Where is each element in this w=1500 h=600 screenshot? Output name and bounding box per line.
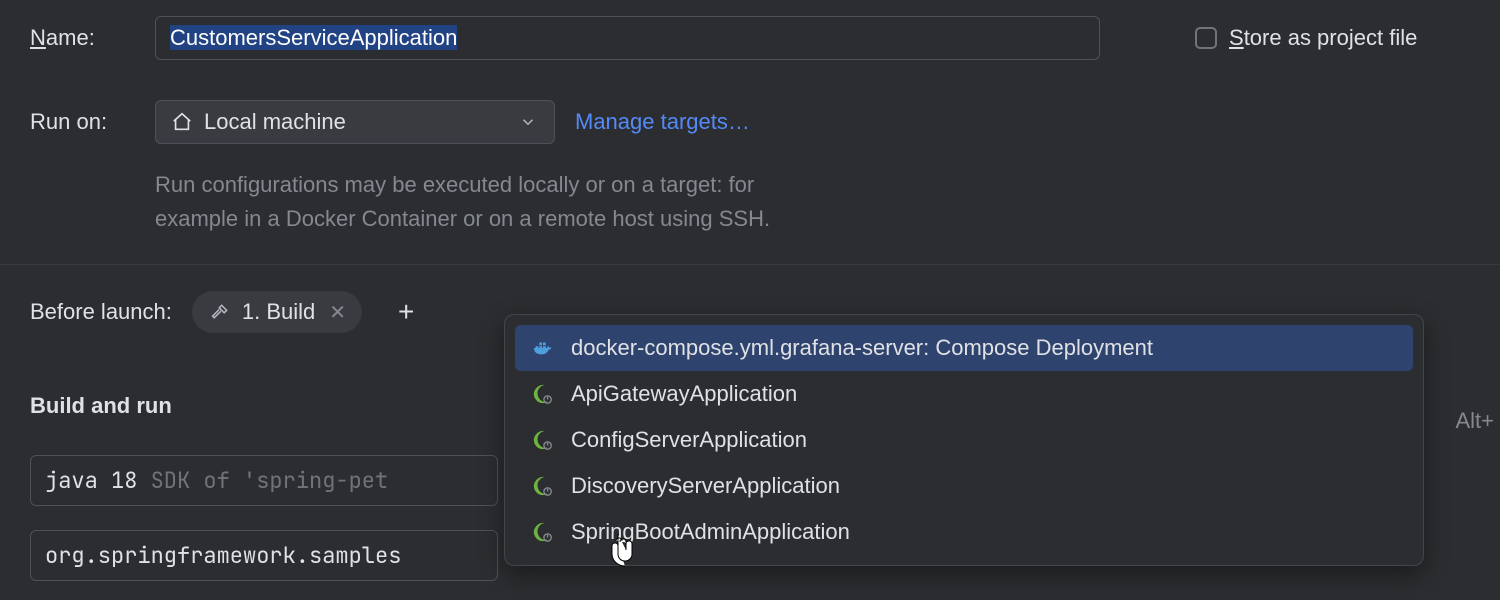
chip-label: 1. Build [242, 299, 315, 325]
popup-item-label: SpringBootAdminApplication [571, 519, 850, 545]
home-icon [170, 110, 194, 134]
docker-icon [531, 336, 555, 360]
popup-item-label: ApiGatewayApplication [571, 381, 797, 407]
spring-boot-icon [531, 520, 555, 544]
spring-boot-icon [531, 474, 555, 498]
popup-item-discoveryserver[interactable]: DiscoveryServerApplication [515, 463, 1413, 509]
name-input[interactable]: CustomersServiceApplication [155, 16, 1100, 60]
run-on-value: Local machine [204, 109, 346, 135]
shortcut-hint: Alt+ [1455, 408, 1494, 434]
popup-item-springbootadmin[interactable]: SpringBootAdminApplication [515, 509, 1413, 555]
popup-item-label: docker-compose.yml.grafana-server: Compo… [571, 335, 1153, 361]
spring-boot-icon [531, 382, 555, 406]
run-on-dropdown[interactable]: Local machine [155, 100, 555, 144]
sdk-field[interactable]: java 18 SDK of 'spring-pet [30, 455, 498, 506]
run-on-label: Run on: [0, 109, 155, 135]
popup-item-label: DiscoveryServerApplication [571, 473, 840, 499]
popup-item-configserver[interactable]: ConfigServerApplication [515, 417, 1413, 463]
before-launch-label: Before launch: [0, 299, 172, 325]
store-as-project-file-checkbox[interactable]: Store as project file [1195, 25, 1417, 51]
chevron-down-icon [516, 110, 540, 134]
hammer-icon [208, 300, 232, 324]
chip-remove-icon[interactable]: ✕ [329, 300, 346, 325]
main-class-field[interactable]: org.springframework.samples [30, 530, 498, 581]
spring-boot-icon [531, 428, 555, 452]
popup-item-docker[interactable]: docker-compose.yml.grafana-server: Compo… [515, 325, 1413, 371]
name-label: Name: [0, 25, 155, 51]
popup-item-apigateway[interactable]: ApiGatewayApplication [515, 371, 1413, 417]
run-config-popup: docker-compose.yml.grafana-server: Compo… [504, 314, 1424, 566]
checkbox-box[interactable] [1195, 27, 1217, 49]
popup-item-label: ConfigServerApplication [571, 427, 807, 453]
add-before-launch-button[interactable]: + [398, 296, 414, 328]
manage-targets-link[interactable]: Manage targets… [575, 109, 750, 135]
run-on-hint: Run configurations may be executed local… [0, 168, 1500, 236]
store-label: Store as project file [1229, 25, 1417, 51]
divider [0, 264, 1500, 265]
before-launch-chip[interactable]: 1. Build ✕ [192, 291, 362, 333]
